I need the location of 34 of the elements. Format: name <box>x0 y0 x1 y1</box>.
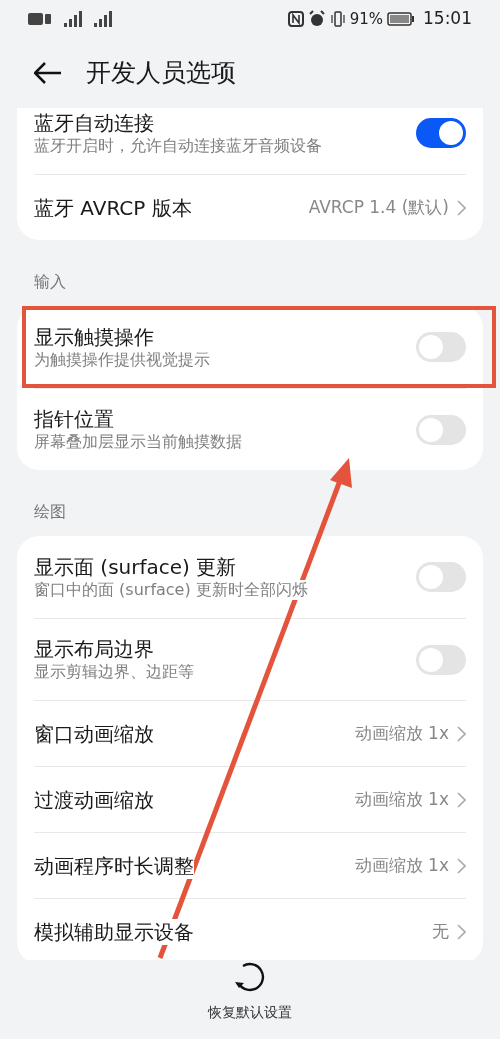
nfc-icon <box>287 11 304 27</box>
setting-value[interactable]: 动画缩放 1x <box>354 720 449 747</box>
setting-description: 显示剪辑边界、边距等 <box>34 662 194 683</box>
setting-value[interactable]: 动画缩放 1x <box>354 786 449 813</box>
setting-value[interactable]: 动画缩放 1x <box>354 852 449 879</box>
section-label: 输入 <box>33 271 67 293</box>
vibrate-icon <box>329 11 346 27</box>
setting-value[interactable]: AVRCP 1.4 (默认) <box>308 194 449 221</box>
page-title: 开发人员选项 <box>86 58 236 88</box>
back-arrow-icon[interactable] <box>34 62 62 84</box>
chevron-right-icon[interactable] <box>457 791 466 808</box>
toggle-switch[interactable] <box>416 562 466 592</box>
battery-percent: 91% <box>349 8 383 30</box>
setting-description: 为触摸操作提供视觉提示 <box>34 349 210 371</box>
setting-title[interactable]: 模拟辅助显示设备 <box>34 918 194 945</box>
chevron-right-icon[interactable] <box>457 923 466 940</box>
restore-icon[interactable] <box>233 960 267 994</box>
toggle-switch[interactable] <box>416 644 466 675</box>
alarm-icon <box>307 10 326 28</box>
clock-time: 15:01 <box>423 7 472 31</box>
hd-icon <box>28 13 52 25</box>
chevron-right-icon[interactable] <box>457 857 466 874</box>
restore-defaults-label[interactable]: 恢复默认设置 <box>208 1002 292 1023</box>
setting-value[interactable]: 无 <box>432 918 449 945</box>
setting-description: 屏幕叠加层显示当前触摸数据 <box>34 432 242 453</box>
setting-description: 蓝牙开启时，允许自动连接蓝牙音频设备 <box>34 135 322 157</box>
battery-icon <box>387 12 415 26</box>
chevron-right-icon[interactable] <box>457 725 466 742</box>
section-label: 绘图 <box>33 501 67 523</box>
setting-description: 窗口中的面 (surface) 更新时全部闪烁 <box>34 579 308 601</box>
toggle-switch[interactable] <box>416 414 466 445</box>
chevron-right-icon[interactable] <box>457 199 466 216</box>
toggle-switch[interactable] <box>416 118 466 148</box>
toggle-switch[interactable] <box>416 332 466 362</box>
